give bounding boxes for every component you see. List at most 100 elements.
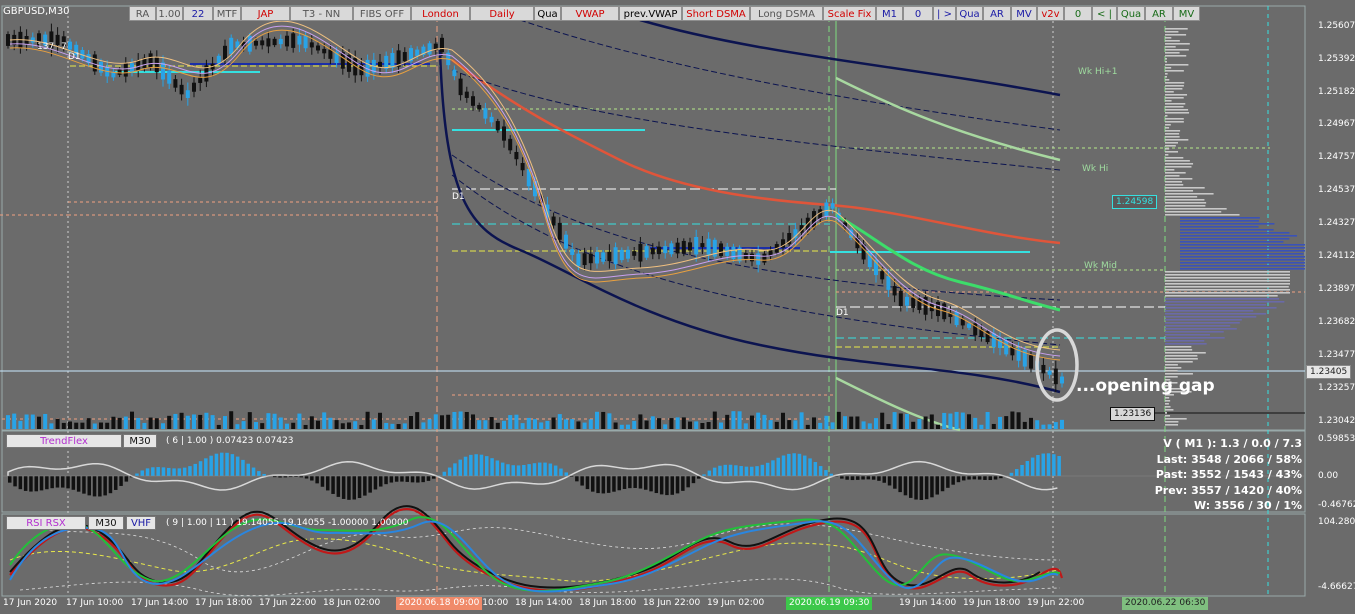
volume-bar [427,419,432,429]
profile-bar [1180,223,1275,225]
volume-bar [185,415,190,429]
volume-bar [557,414,562,429]
profile-bar [1165,307,1277,309]
trendflex-bar [23,476,28,491]
trendflex-bar [336,476,341,497]
toolbar-button-12[interactable]: Short DSMA [682,6,750,21]
toolbar-button-22[interactable]: 0 [1064,6,1092,21]
price-label-12: 1.23042 [1318,416,1355,426]
rsi-name[interactable]: RSI RSX [6,516,86,530]
toolbar-button-0[interactable]: RA [129,6,156,21]
toolbar-button-4[interactable]: JAP [241,6,290,21]
toolbar-button-26[interactable]: MV [1173,6,1200,21]
profile-bar [1180,259,1305,261]
volume-bar [533,419,537,429]
trendflex-bar [924,476,929,500]
toolbar-button-9[interactable]: Qua [534,6,561,21]
volume-bar [49,423,54,429]
toolbar-button-15[interactable]: M1 [876,6,903,21]
symbol-label[interactable]: GBPUSD,M30 [3,6,70,17]
toolbar-button-20[interactable]: MV [1011,6,1037,21]
toolbar-button-10[interactable]: VWAP [561,6,619,21]
toolbar-button-2[interactable]: 22 [183,6,213,21]
profile-bar [1165,94,1188,96]
time-highlight-1: 2020.06.18 09:00 [396,597,483,610]
profile-bar [1165,175,1180,177]
candle-body [762,253,767,263]
trendflex-bar [983,476,987,480]
toolbar-button-24[interactable]: Qua [1117,6,1145,21]
volume-bar [706,422,711,429]
profile-bar [1165,310,1254,312]
profile-bar [1165,295,1278,297]
profile-bar [1165,121,1184,123]
candle-body [483,108,488,119]
trendflex-timeframe[interactable]: M30 [123,434,157,448]
volume-bar [291,422,296,429]
trendflex-bar [681,476,685,491]
price-label-7: 1.24112 [1318,251,1355,261]
toolbar-button-8[interactable]: Daily [470,6,534,21]
candle-body [1047,370,1052,375]
volume-bar [619,424,624,429]
toolbar-button-1[interactable]: 1.00 [156,6,183,21]
candle-body [495,121,500,131]
toolbar-button-18[interactable]: Qua [956,6,983,21]
trendflex-bar [638,476,643,489]
trendflex-name[interactable]: TrendFlex [6,434,122,448]
toolbar-button-17[interactable]: | > [933,6,956,21]
volume-bar [272,413,277,429]
profile-bar [1165,49,1189,51]
volume-bar [991,423,996,429]
toolbar-button-7[interactable]: London [411,6,470,21]
trendflex-bar [225,452,229,476]
trendflex-bar [734,465,738,476]
rsi-vhf-button[interactable]: VHF [126,516,156,530]
trendflex-bar [368,476,372,493]
toolbar-button-13[interactable]: Long DSMA [750,6,823,21]
toolbar-button-23[interactable]: < | [1092,6,1117,21]
navy-band-lower [438,49,1061,394]
trendflex-axis-bottom: -0.46762 [1318,500,1355,510]
trendflex-bar [209,455,213,476]
time-label-12: 19 Jun 18:00 [963,598,1021,608]
profile-bar [1180,217,1260,219]
candle-body [316,45,320,51]
profile-bar [1165,292,1290,294]
d1-label-2: D1 [452,192,465,202]
volume-bar [179,412,184,429]
candle-body [595,252,599,264]
trendflex-bar [426,476,431,481]
profile-bar [1165,424,1179,426]
toolbar-button-5[interactable]: T3 - NN [290,6,353,21]
trendflex-bar [956,476,961,483]
volume-bar [409,416,413,429]
candle-body [378,61,382,67]
toolbar-button-25[interactable]: AR [1145,6,1173,21]
toolbar-button-21[interactable]: v2v [1037,6,1064,21]
toolbar-button-16[interactable]: 0 [903,6,933,21]
toolbar-button-11[interactable]: prev.VWAP [619,6,682,21]
trendflex-bar [781,455,786,476]
candle-body [700,243,705,248]
trendflex-bar [140,470,144,476]
price-label-6: 1.24327 [1318,218,1355,228]
trendflex-bar [55,476,60,488]
volume-bar [898,413,903,429]
volume-bar [905,413,909,429]
profile-bar [1165,151,1179,153]
volume-bar [588,419,593,429]
volume-bar [774,421,779,429]
candle-body [185,90,190,98]
rsi-timeframe[interactable]: M30 [88,516,124,530]
toolbar-button-14[interactable]: Scale Fix [823,6,876,21]
toolbar-button-6[interactable]: FIBS OFF [353,6,411,21]
volume-bar [396,424,401,429]
trendflex-bar [304,476,309,479]
volume-bar [247,412,252,429]
toolbar-button-19[interactable]: AR [983,6,1011,21]
toolbar-button-3[interactable]: MTF [213,6,241,21]
volume-bar [892,412,897,429]
candle-body [502,126,506,141]
profile-bar [1165,184,1184,186]
